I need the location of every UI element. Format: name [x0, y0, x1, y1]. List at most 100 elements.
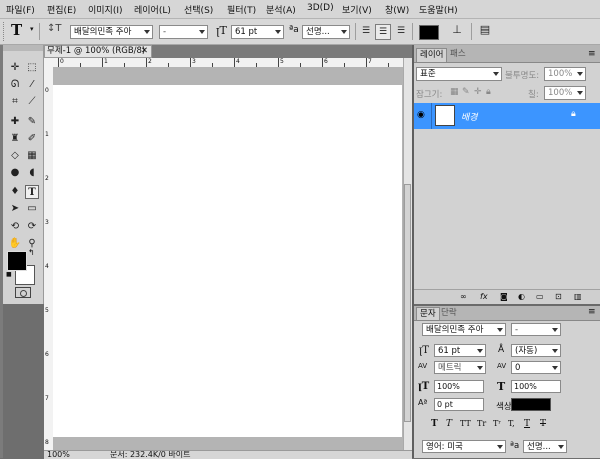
document-canvas[interactable] [53, 85, 402, 437]
menu-window[interactable]: 창(W) [385, 3, 409, 16]
faux-italic-icon[interactable]: T [446, 419, 452, 429]
gradient-tool-icon[interactable]: ▦ [25, 149, 39, 163]
layer-name[interactable]: 배경 [461, 110, 478, 123]
close-icon[interactable]: ✕ [141, 46, 148, 57]
magic-wand-tool-icon[interactable]: ⁄ [25, 78, 39, 92]
menu-file[interactable]: 파일(F) [6, 3, 35, 16]
font-size-select[interactable]: 61 pt [231, 25, 284, 39]
char-size-select[interactable]: 61 pt [434, 344, 486, 357]
chevron-down-icon [577, 91, 583, 95]
align-right-icon[interactable]: ☰ [393, 24, 409, 40]
healing-brush-tool-icon[interactable]: ✚ [8, 115, 22, 129]
move-tool-icon[interactable]: ✛ [8, 61, 22, 75]
lasso-tool-icon[interactable]: ᘏ [8, 78, 22, 92]
layer-thumbnail[interactable] [435, 105, 455, 126]
strikethrough-icon[interactable]: T [540, 419, 546, 429]
faux-bold-icon[interactable]: T [431, 419, 438, 429]
menu-view[interactable]: 보기(V) [342, 3, 372, 16]
eraser-tool-icon[interactable]: ◇ [8, 149, 22, 163]
text-color-swatch[interactable] [419, 25, 439, 40]
foreground-color-swatch[interactable] [7, 251, 27, 271]
eyedropper-tool-icon[interactable]: ⟋ [25, 95, 39, 109]
panels-toggle-icon[interactable]: ▤ [477, 23, 493, 39]
char-tracking-select[interactable]: 0 [511, 361, 561, 374]
menu-image[interactable]: 이미지(I) [88, 3, 123, 16]
marquee-tool-icon[interactable]: ⬚ [25, 61, 39, 75]
horizontal-scale-field[interactable]: 100% [511, 380, 561, 393]
tab-character[interactable]: 문자 [416, 307, 440, 320]
lock-label: 잠그기: [416, 90, 443, 100]
menu-select[interactable]: 선택(S) [184, 3, 213, 16]
menu-help[interactable]: 도움말(H) [419, 3, 458, 16]
swap-colors-icon[interactable]: ↰ [28, 248, 35, 257]
type-tool-icon[interactable]: T [11, 21, 22, 39]
font-style-select[interactable]: - [159, 25, 208, 39]
default-colors-icon[interactable]: ■ [6, 271, 12, 278]
link-layers-icon[interactable]: ∞ [460, 292, 467, 301]
font-family-select[interactable]: 배달의민족 주아 [70, 25, 153, 39]
menu-filter[interactable]: 필터(T) [227, 3, 256, 16]
text-orientation-icon[interactable]: ↕T [47, 23, 62, 34]
layer-row[interactable]: ◉ 배경 🔒︎ [414, 103, 600, 129]
dodge-tool-icon[interactable]: ◖ [25, 166, 39, 180]
chevron-down-icon [275, 30, 281, 34]
baseline-shift-field[interactable]: 0 pt [434, 398, 484, 411]
menu-layer[interactable]: 레이어(L) [134, 3, 171, 16]
adjustment-layer-icon[interactable]: ◐ [518, 292, 525, 301]
eye-icon[interactable]: ◉ [417, 110, 425, 120]
blur-tool-icon[interactable]: ● [8, 166, 22, 180]
align-center-icon[interactable]: ☰ [375, 24, 391, 40]
delete-layer-icon[interactable]: ▥ [574, 292, 582, 301]
document-tab[interactable]: 무제-1 @ 100% (RGB/8) ✕ [44, 45, 152, 58]
lock-position-icon[interactable]: ✛ [474, 87, 482, 97]
add-mask-icon[interactable]: ◙ [500, 292, 508, 301]
layer-style-icon[interactable]: fx [480, 292, 488, 301]
tool-preset-chevron-down-icon[interactable]: ▾ [30, 25, 34, 33]
underline-icon[interactable]: T [524, 419, 530, 429]
path-selection-tool-icon[interactable]: ➤ [8, 202, 22, 216]
subscript-icon[interactable]: T, [508, 419, 515, 428]
blend-mode-select[interactable]: 표준 [416, 67, 502, 81]
panel-menu-icon[interactable]: ≡ [588, 307, 596, 317]
menu-edit[interactable]: 편집(E) [47, 3, 76, 16]
tab-layers[interactable]: 레이어 [416, 48, 448, 62]
char-leading-select[interactable]: (자동) [511, 344, 561, 357]
lock-all-icon[interactable]: 🔒︎ [486, 87, 491, 97]
new-layer-icon[interactable]: ⊡ [555, 292, 562, 301]
tab-paragraph[interactable]: 단락 [438, 307, 460, 321]
opacity-field[interactable]: 100% [544, 67, 586, 81]
char-kerning-select[interactable]: 메트릭 [434, 361, 486, 374]
fill-field[interactable]: 100% [544, 86, 586, 100]
clone-stamp-tool-icon[interactable]: ♜ [8, 132, 22, 146]
brush-tool-icon[interactable]: ✎ [25, 115, 39, 129]
pen-tool-icon[interactable]: ♦ [8, 185, 22, 199]
hand-tool-icon[interactable]: ✋ [8, 237, 22, 251]
history-brush-tool-icon[interactable]: ✐ [25, 132, 39, 146]
scrollbar-thumb[interactable] [404, 184, 411, 422]
menu-analysis[interactable]: 분석(A) [266, 3, 296, 16]
type-tool-icon[interactable]: T [25, 185, 39, 199]
all-caps-icon[interactable]: TT [460, 419, 471, 428]
3d-orbit-tool-icon[interactable]: ⟳ [25, 220, 39, 234]
lock-pixels-icon[interactable]: ✎ [462, 87, 470, 97]
superscript-icon[interactable]: Tʳ [493, 419, 501, 428]
language-select[interactable]: 영어: 미국 [422, 440, 506, 453]
tab-paths[interactable]: 패스 [447, 48, 469, 62]
char-font-family-select[interactable]: 배달의민족 주아 [422, 323, 506, 336]
shape-tool-icon[interactable]: ▭ [25, 202, 39, 216]
char-color-swatch[interactable] [511, 398, 551, 411]
lock-transparent-icon[interactable]: ▦ [450, 87, 459, 97]
vertical-scale-field[interactable]: 100% [434, 380, 484, 393]
new-group-icon[interactable]: ▭ [536, 292, 544, 301]
warp-text-icon[interactable]: ⊥ [449, 23, 465, 39]
char-anti-alias-select[interactable]: 선명... [523, 440, 567, 453]
panel-menu-icon[interactable]: ≡ [588, 49, 596, 59]
3d-rotate-tool-icon[interactable]: ⟲ [8, 220, 22, 234]
small-caps-icon[interactable]: Tr [477, 419, 486, 428]
quick-mask-icon[interactable] [15, 287, 31, 298]
anti-alias-select[interactable]: 선명... [302, 25, 350, 39]
align-left-icon[interactable]: ☰ [358, 24, 374, 40]
crop-tool-icon[interactable]: ⌗ [8, 95, 22, 109]
char-font-style-select[interactable]: - [511, 323, 561, 336]
menu-3d[interactable]: 3D(D) [307, 3, 334, 13]
